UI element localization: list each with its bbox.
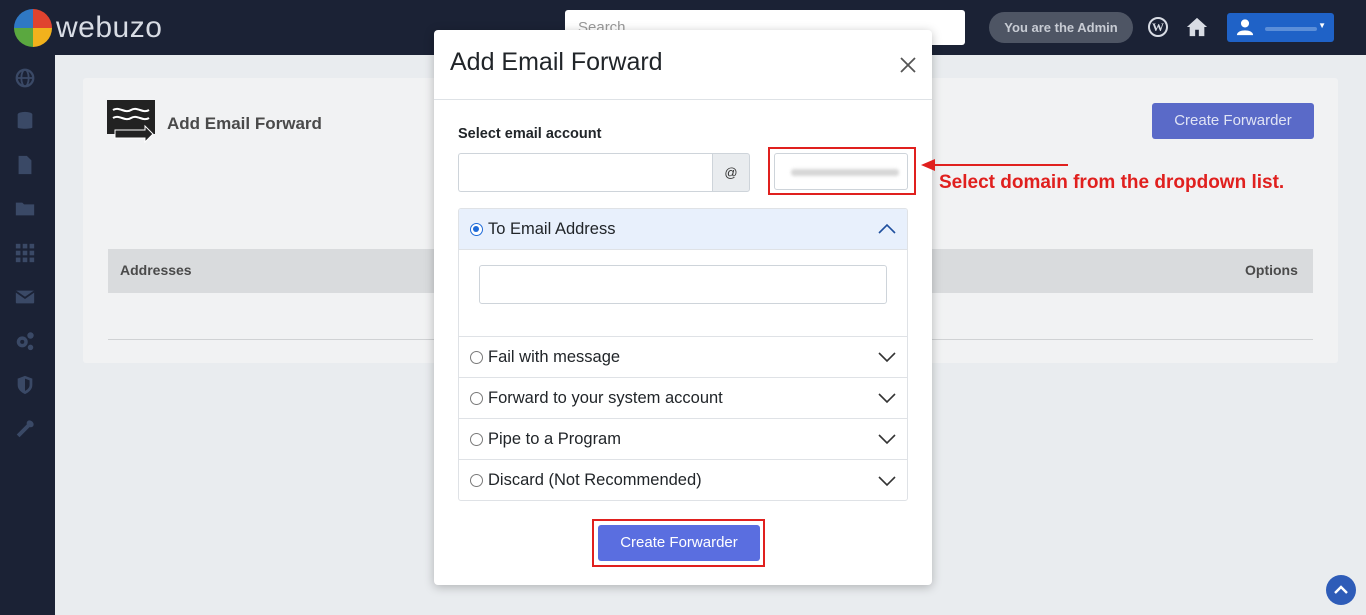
close-icon[interactable]	[899, 56, 917, 74]
user-icon	[1236, 19, 1254, 36]
to-email-input[interactable]	[479, 265, 887, 304]
globe-icon[interactable]	[14, 67, 36, 89]
forward-options-accordion: To Email Address Fail with message Forwa…	[458, 208, 908, 501]
option-fail-with-message[interactable]: Fail with message	[459, 337, 907, 378]
domain-value-redacted	[791, 169, 899, 176]
webuzo-logo[interactable]: webuzo	[14, 8, 162, 48]
column-header-addresses: Addresses	[120, 262, 192, 278]
radio-icon[interactable]	[470, 474, 483, 487]
grid-icon[interactable]	[14, 242, 36, 264]
page-title: Add Email Forward	[167, 114, 322, 133]
create-forwarder-button[interactable]: Create Forwarder	[598, 525, 760, 561]
option-label: Pipe to a Program	[488, 429, 621, 448]
gears-icon[interactable]	[14, 330, 36, 352]
home-icon[interactable]	[1186, 16, 1208, 38]
option-label: Discard (Not Recommended)	[488, 471, 702, 489]
chevron-down-icon[interactable]	[878, 351, 896, 363]
chevron-down-icon[interactable]	[878, 392, 896, 404]
mail-icon[interactable]	[14, 286, 36, 308]
logo-globe-icon	[14, 9, 52, 47]
shield-icon[interactable]	[14, 374, 36, 396]
option-to-email-address[interactable]: To Email Address	[459, 209, 907, 250]
file-icon[interactable]	[14, 154, 36, 176]
admin-badge: You are the Admin	[989, 12, 1133, 43]
chevron-down-icon[interactable]	[878, 433, 896, 445]
chevron-down-icon[interactable]	[878, 475, 896, 487]
user-name-redacted	[1265, 27, 1317, 31]
sidebar	[0, 55, 55, 615]
option-label: Fail with message	[488, 347, 621, 366]
domain-dropdown[interactable]	[774, 153, 908, 190]
radio-selected-icon[interactable]	[470, 222, 483, 236]
option-label: To Email Address	[488, 219, 616, 238]
folder-icon[interactable]	[14, 198, 36, 220]
radio-icon[interactable]	[470, 350, 483, 364]
modal-divider	[434, 99, 932, 100]
annotation-arrow-line	[934, 164, 1068, 166]
option-forward-system-account[interactable]: Forward to your system account	[459, 378, 907, 419]
option-discard[interactable]: Discard (Not Recommended)	[459, 460, 907, 500]
create-forwarder-button-bg[interactable]: Create Forwarder	[1152, 103, 1314, 139]
radio-icon[interactable]	[470, 432, 483, 446]
annotation-arrowhead	[921, 159, 935, 171]
add-email-forward-modal: Add Email Forward Select email account @…	[434, 30, 932, 585]
select-email-label: Select email account	[458, 126, 602, 142]
email-account-input[interactable]	[458, 153, 713, 192]
option-pipe-to-program[interactable]: Pipe to a Program	[459, 419, 907, 460]
option-label: Forward to your system account	[488, 388, 723, 407]
wrench-icon[interactable]	[14, 418, 36, 440]
email-forward-icon	[107, 100, 155, 144]
at-symbol-addon: @	[712, 153, 750, 192]
database-icon[interactable]	[14, 110, 36, 132]
chevron-down-icon: ▼	[1318, 21, 1326, 30]
scroll-top-button[interactable]	[1326, 575, 1356, 605]
to-email-panel	[459, 250, 907, 337]
radio-icon[interactable]	[470, 391, 483, 405]
annotation-text: Select domain from the dropdown list.	[939, 172, 1285, 193]
chevron-up-icon	[1334, 585, 1348, 594]
chevron-up-icon[interactable]	[878, 223, 896, 235]
modal-title: Add Email Forward	[450, 48, 663, 76]
user-menu-button[interactable]: ▼	[1227, 13, 1334, 42]
wordpress-icon[interactable]: W	[1148, 17, 1168, 37]
logo-text: webuzo	[56, 11, 163, 44]
column-header-options: Options	[1245, 262, 1298, 278]
